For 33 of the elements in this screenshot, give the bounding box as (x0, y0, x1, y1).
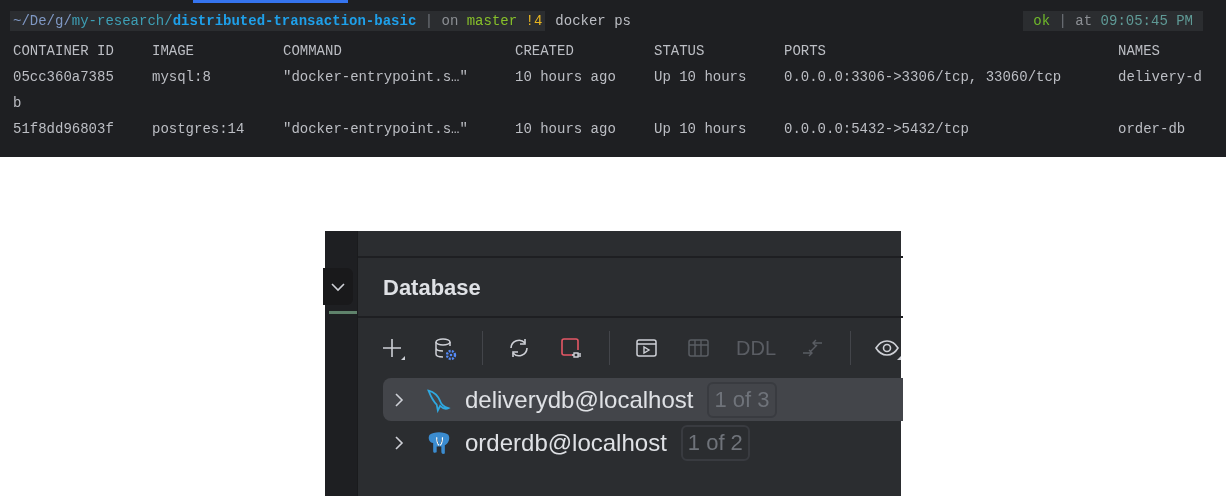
ports-text: 0.0.0.0:3306->3306/tcp, 33060/tcp (784, 67, 1063, 87)
chevron-down-icon (331, 281, 345, 292)
active-indicator (329, 311, 357, 314)
wrapped-text: b (13, 93, 22, 113)
column-header: IMAGE (152, 41, 195, 61)
image-name: mysql:8 (152, 67, 212, 87)
prompt-bar: ~/De/g/my-research/distributed-transaction-basic | on master !4 (10, 11, 546, 31)
container-id: 51f8dd96803f (13, 119, 115, 139)
created-time: 10 hours ago (515, 67, 617, 87)
column-header: CONTAINER ID (13, 41, 115, 61)
tree-item[interactable]: orderdb@localhost 1 of 2 (383, 421, 903, 464)
container-name: delivery-d (1118, 67, 1203, 87)
column-header: NAMES (1118, 41, 1161, 61)
panel-title: Database (358, 258, 903, 318)
ports-text: 0.0.0.0:5432->5432/tcp (784, 119, 970, 139)
connection-name: deliverydb@localhost (465, 384, 694, 415)
command-text: "docker-entrypoint.s…" (283, 119, 469, 139)
column-header: PORTS (784, 41, 827, 61)
connection-name: orderdb@localhost (465, 427, 667, 458)
container-name: order-db (1118, 119, 1187, 139)
command-text: "docker-entrypoint.s…" (283, 67, 469, 87)
count-badge: 1 of 2 (680, 424, 750, 461)
created-time: 10 hours ago (515, 119, 617, 139)
command-text: docker ps (555, 11, 631, 31)
status-bar: ok | at 09:05:45 PM (1023, 11, 1203, 31)
image-name: postgres:14 (152, 119, 246, 139)
column-header: STATUS (654, 41, 706, 61)
column-header: CREATED (515, 41, 575, 61)
column-header: COMMAND (283, 41, 343, 61)
collapse-button[interactable] (323, 268, 353, 305)
status-text: Up 10 hours (654, 119, 748, 139)
status-text: Up 10 hours (654, 67, 748, 87)
container-id: 05cc360a7385 (13, 67, 115, 87)
